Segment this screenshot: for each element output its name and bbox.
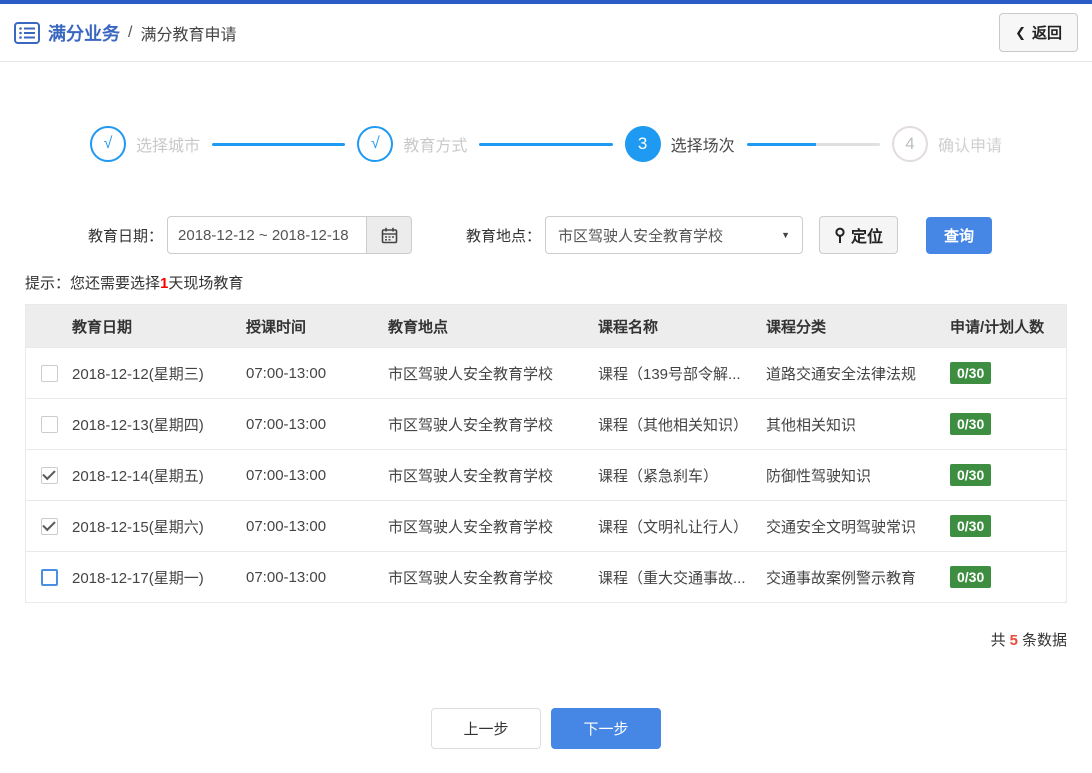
map-pin-icon — [835, 227, 845, 243]
header-time: 授课时间 — [246, 318, 307, 336]
cell-date: 2018-12-13(星期四) — [72, 416, 204, 434]
locate-button-label: 定位 — [851, 229, 884, 246]
step-4-indicator: 4 — [891, 126, 928, 162]
calendar-button[interactable] — [366, 216, 413, 254]
calendar-icon — [381, 227, 397, 243]
breadcrumb: 满分业务 / 满分教育申请 — [14, 20, 236, 46]
cell-time: 07:00-13:00 — [246, 466, 327, 484]
step-select-session: 3 选择场次 — [624, 126, 735, 162]
list-icon — [14, 21, 40, 44]
cell-course: 课程（其他相关知识） — [598, 416, 749, 434]
cell-category: 防御性驾驶知识 — [766, 467, 872, 485]
cell-date: 2018-12-17(星期一) — [72, 569, 204, 587]
breadcrumb-primary[interactable]: 满分业务 — [48, 20, 120, 46]
sessions-table: 教育日期 授课时间 教育地点 课程名称 课程分类 申请/计划人数 2018-12… — [25, 304, 1067, 603]
step-connector — [212, 142, 346, 146]
cell-category: 道路交通安全法律法规 — [766, 365, 917, 383]
step-3-label: 选择场次 — [670, 138, 735, 155]
header-location: 教育地点 — [388, 318, 449, 336]
row-checkbox[interactable] — [40, 364, 58, 382]
header-course: 课程名称 — [598, 318, 659, 336]
table-row: 2018-12-12(星期三) 07:00-13:00 市区驾驶人安全教育学校 … — [26, 347, 1066, 398]
previous-step-button[interactable]: 上一步 — [431, 708, 541, 749]
row-checkbox[interactable] — [40, 466, 58, 484]
location-label: 教育地点： — [466, 227, 542, 245]
quota-badge: 0/30 — [950, 515, 992, 537]
cell-date: 2018-12-12(星期三) — [72, 365, 204, 383]
count-prefix: 共 — [990, 632, 1006, 649]
cell-category: 交通事故案例警示教育 — [766, 569, 917, 587]
table-row: 2018-12-13(星期四) 07:00-13:00 市区驾驶人安全教育学校 … — [26, 398, 1066, 449]
date-range-input[interactable] — [167, 216, 368, 254]
header-quota: 申请/计划人数 — [950, 318, 1045, 336]
header: 满分业务 / 满分教育申请 ❮ 返回 — [0, 0, 1092, 62]
search-button[interactable]: 查询 — [926, 216, 993, 254]
wizard-actions: 上一步 下一步 — [0, 708, 1092, 749]
back-button-label: 返回 — [1031, 25, 1062, 42]
cell-time: 07:00-13:00 — [246, 568, 327, 586]
location-select-value: 市区驾驶人安全教育学校 — [558, 227, 724, 245]
step-1-indicator: √ — [90, 126, 126, 162]
cell-time: 07:00-13:00 — [246, 364, 327, 382]
step-select-city: √ 选择城市 — [90, 126, 200, 162]
cell-location: 市区驾驶人安全教育学校 — [388, 416, 554, 434]
stepper: √ 选择城市 √ 教育方式 3 选择场次 4 确认申请 — [90, 126, 1002, 162]
page-title: 满分教育申请 — [140, 26, 237, 44]
cell-location: 市区驾驶人安全教育学校 — [388, 569, 554, 587]
table-header-row: 教育日期 授课时间 教育地点 课程名称 课程分类 申请/计划人数 — [26, 305, 1066, 347]
step-confirm-application: 4 确认申请 — [891, 126, 1002, 162]
step-4-label: 确认申请 — [937, 138, 1002, 155]
filter-bar: 教育日期： 教育地点： 市区驾驶人安全教育学校 ▼ 定位 查询 — [88, 216, 1092, 254]
quota-badge: 0/30 — [950, 413, 992, 435]
step-connector — [746, 142, 880, 146]
cell-course: 课程（文明礼让行人） — [598, 518, 749, 536]
cell-time: 07:00-13:00 — [246, 517, 327, 535]
step-2-indicator: √ — [357, 126, 394, 162]
step-1-label: 选择城市 — [136, 138, 201, 155]
tip-suffix: 天现场教育 — [168, 275, 244, 292]
header-category: 课程分类 — [766, 318, 827, 336]
cell-course: 课程（139号部令解... — [598, 365, 741, 383]
cell-category: 交通安全文明驾驶常识 — [766, 518, 917, 536]
quota-badge: 0/30 — [950, 362, 992, 384]
quota-badge: 0/30 — [950, 566, 992, 588]
back-button[interactable]: ❮ 返回 — [999, 13, 1078, 52]
cell-time: 07:00-13:00 — [246, 415, 327, 433]
date-label: 教育日期： — [88, 227, 164, 245]
row-checkbox[interactable] — [40, 415, 58, 433]
next-step-button[interactable]: 下一步 — [551, 708, 661, 749]
count-value: 5 — [1009, 632, 1018, 649]
locate-button[interactable]: 定位 — [819, 216, 899, 254]
cell-location: 市区驾驶人安全教育学校 — [388, 365, 554, 383]
quota-badge: 0/30 — [950, 464, 992, 486]
step-education-mode: √ 教育方式 — [357, 126, 467, 162]
chevron-left-icon: ❮ — [1015, 24, 1026, 40]
step-3-indicator: 3 — [624, 126, 661, 162]
date-input-group — [167, 216, 413, 254]
cell-course: 课程（紧急刹车） — [598, 467, 719, 485]
cell-date: 2018-12-15(星期六) — [72, 518, 204, 536]
record-count: 共 5 条数据 — [0, 629, 1067, 650]
cell-location: 市区驾驶人安全教育学校 — [388, 467, 554, 485]
breadcrumb-separator: / — [128, 23, 133, 41]
tip-message: 提示：您还需要选择1天现场教育 — [25, 272, 1092, 293]
cell-category: 其他相关知识 — [766, 416, 857, 434]
location-select[interactable]: 市区驾驶人安全教育学校 ▼ — [545, 216, 804, 254]
cell-location: 市区驾驶人安全教育学校 — [388, 518, 554, 536]
count-suffix: 条数据 — [1021, 632, 1067, 649]
cell-course: 课程（重大交通事故... — [598, 569, 746, 587]
cell-date: 2018-12-14(星期五) — [72, 467, 204, 485]
chevron-down-icon: ▼ — [781, 230, 791, 240]
row-checkbox[interactable] — [40, 568, 58, 586]
table-row: 2018-12-15(星期六) 07:00-13:00 市区驾驶人安全教育学校 … — [26, 500, 1066, 551]
row-checkbox[interactable] — [40, 517, 58, 535]
header-date: 教育日期 — [72, 318, 133, 336]
step-connector — [479, 142, 613, 146]
step-2-label: 教育方式 — [403, 138, 468, 155]
table-row: 2018-12-17(星期一) 07:00-13:00 市区驾驶人安全教育学校 … — [26, 551, 1066, 602]
table-row: 2018-12-14(星期五) 07:00-13:00 市区驾驶人安全教育学校 … — [26, 449, 1066, 500]
tip-prefix: 提示：您还需要选择 — [25, 275, 161, 292]
